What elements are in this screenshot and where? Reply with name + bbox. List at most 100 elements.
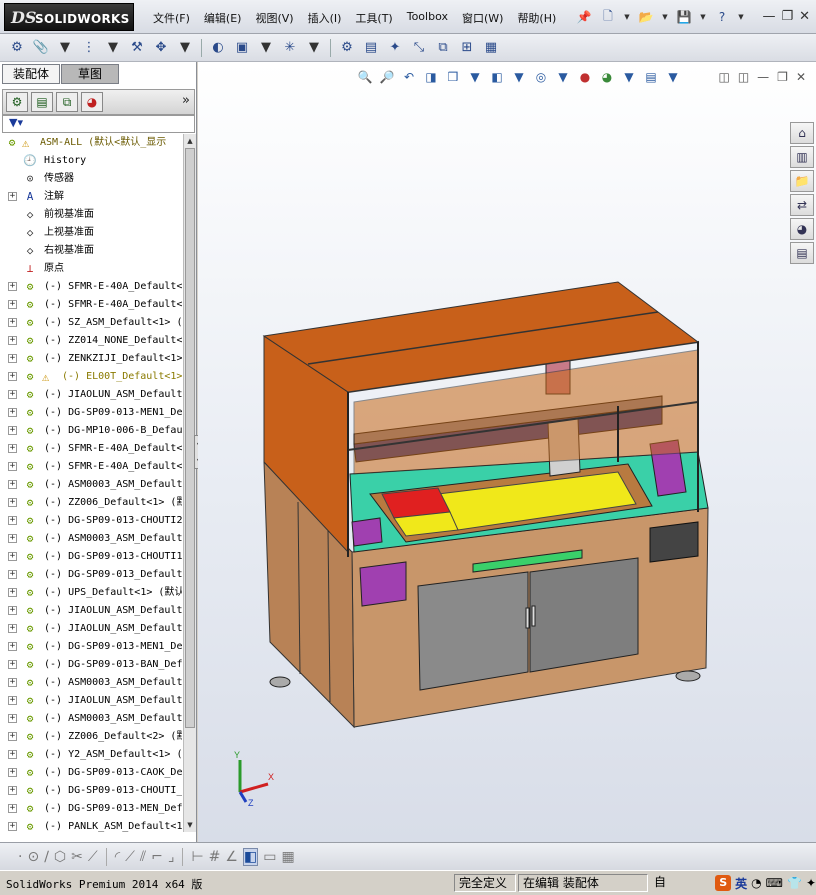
tree-component-item[interactable]: + ⚙ (-) ASM0003_ASM_Default [0, 530, 182, 548]
apply-scene-icon[interactable]: ◕ [598, 68, 616, 86]
menu-tools[interactable]: 工具(T) [348, 10, 399, 26]
split-horizontal-icon[interactable]: ◫ [718, 70, 729, 84]
tree-component-item[interactable]: + ⚙ (-) JIAOLUN_ASM_Default [0, 620, 182, 638]
menu-window[interactable]: 窗口(W) [455, 10, 510, 26]
tree-component-item[interactable]: + ⚙ (-) DG-SP09-013-CHOUTI2 [0, 512, 182, 530]
viewport-close-icon[interactable]: ✕ [796, 70, 806, 84]
menu-file[interactable]: 文件(F) [146, 10, 197, 26]
help-icon[interactable]: ? [712, 7, 732, 27]
tree-component-item[interactable]: + ⚙ (-) SZ_ASM_Default<1> ( [0, 314, 182, 332]
zoom-to-area-icon[interactable]: 🔎 [378, 68, 396, 86]
property-manager-icon[interactable]: ▤ [31, 92, 53, 112]
tab-assembly[interactable]: 装配体 [2, 64, 60, 84]
expand-icon[interactable]: + [8, 318, 17, 327]
close-icon[interactable]: ✕ [799, 9, 810, 24]
tree-component-item[interactable]: + ⚙ ⚠ (-) EL00T_Default<1> [0, 368, 182, 386]
display-dropdown-icon[interactable]: ▼ [510, 68, 528, 86]
tree-root-assembly[interactable]: ⚙ ⚠ ASM-ALL (默认<默认_显示 [0, 134, 182, 152]
expand-icon[interactable]: + [8, 714, 17, 723]
polygon-icon[interactable]: ⬡ [54, 849, 66, 865]
tree-component-item[interactable]: + ⚙ (-) DG-SP09-013-CHOUTI_ [0, 782, 182, 800]
view-orientation-icon[interactable]: ❒ [444, 68, 462, 86]
configuration-manager-icon[interactable]: ⧉ [56, 92, 78, 112]
scroll-up-icon[interactable]: ▲ [185, 135, 195, 147]
new-motion-study-icon[interactable]: ⚙ [336, 37, 358, 59]
grid-icon[interactable]: # [209, 849, 221, 865]
tree-component-item[interactable]: + ⚙ (-) JIAOLUN_ASM_Default [0, 692, 182, 710]
zoom-to-fit-icon[interactable]: 🔍 [356, 68, 374, 86]
menu-help[interactable]: 帮助(H) [510, 10, 563, 26]
open-icon[interactable]: 📂 [636, 7, 656, 27]
expand-icon[interactable]: + [8, 336, 17, 345]
expand-icon[interactable]: + [8, 786, 17, 795]
interference-detection-icon[interactable]: ⧉ [432, 37, 454, 59]
point-icon[interactable]: · [18, 849, 22, 865]
expand-icon[interactable]: + [8, 354, 17, 363]
pattern-dropdown-icon[interactable]: ▼ [102, 37, 124, 59]
menu-view[interactable]: 视图(V) [248, 10, 300, 26]
tree-component-item[interactable]: + ⚙ (-) SFMR-E-40A_Default< [0, 296, 182, 314]
help-dropdown-icon[interactable]: ▼ [736, 7, 746, 27]
orientation-dropdown-icon[interactable]: ▼ [466, 68, 484, 86]
tree-component-item[interactable]: + ⚙ (-) DG-SP09-013-MEN1_De [0, 638, 182, 656]
tree-component-item[interactable]: + ⚙ (-) ZZ014_NONE_Default< [0, 332, 182, 350]
tree-filter-input[interactable]: ▼▾ [2, 115, 195, 133]
section-view-icon[interactable]: ◨ [422, 68, 440, 86]
view-settings-icon[interactable]: ▤ [642, 68, 660, 86]
expand-icon[interactable]: + [8, 768, 17, 777]
shaded-view-icon[interactable]: ◧ [242, 847, 259, 866]
fillet-icon[interactable]: ◜ [115, 849, 120, 865]
tab-sketch[interactable]: 草图 [61, 64, 119, 84]
mate-icon[interactable]: 📎 [30, 37, 52, 59]
tree-component-item[interactable]: + ⚙ (-) JIAOLUN_ASM_Default [0, 602, 182, 620]
reference-geometry-icon[interactable]: ✳ [279, 37, 301, 59]
expand-icon[interactable]: + [8, 192, 17, 201]
expand-icon[interactable]: + [8, 300, 17, 309]
tree-component-item[interactable]: + ⚙ (-) DG-SP09-013-CAOK_De [0, 764, 182, 782]
dimension-icon[interactable]: ⌟ [168, 849, 175, 865]
reference-dropdown-icon[interactable]: ▼ [303, 37, 325, 59]
expand-icon[interactable]: + [8, 498, 17, 507]
tree-component-item[interactable]: + ⚙ (-) ZZ006_Default<1> (默 [0, 494, 182, 512]
tree-component-item[interactable]: + ⚙ (-) ASM0003_ASM_Default [0, 476, 182, 494]
tree-item-front-plane[interactable]: ◇ 前视基准面 [0, 206, 182, 224]
scroll-down-icon[interactable]: ▼ [185, 819, 195, 831]
expand-icon[interactable]: + [8, 552, 17, 561]
tree-component-item[interactable]: + ⚙ (-) ZZ006_Default<2> (默 [0, 728, 182, 746]
wireframe-icon[interactable]: ▭ [263, 849, 276, 865]
expand-icon[interactable]: + [8, 804, 17, 813]
expand-panel-icon[interactable]: » [182, 93, 190, 108]
tree-component-item[interactable]: + ⚙ (-) ASM0003_ASM_Default [0, 674, 182, 692]
save-dropdown-icon[interactable]: ▼ [698, 7, 708, 27]
scene-dropdown-icon[interactable]: ▼ [620, 68, 638, 86]
tree-scrollbar[interactable]: ▲ ▼ [183, 134, 196, 832]
tree-item-annotations[interactable]: + A 注解 [0, 188, 182, 206]
trim-icon[interactable]: ✂ [71, 849, 83, 865]
solidworks-resources-icon[interactable]: ⌂ [790, 122, 814, 144]
circle-icon[interactable]: ⊙ [27, 849, 39, 865]
expand-icon[interactable]: + [8, 822, 17, 831]
edit-appearance-icon[interactable]: ● [576, 68, 594, 86]
custom-units[interactable]: 自 [650, 874, 670, 892]
settings-dropdown-icon[interactable]: ▼ [664, 68, 682, 86]
insert-component-icon[interactable]: ⚙ [6, 37, 28, 59]
tree-component-item[interactable]: + ⚙ (-) DG-MP10-006-B_Defau [0, 422, 182, 440]
new-dropdown-icon[interactable]: ▼ [622, 7, 632, 27]
expand-icon[interactable]: + [8, 462, 17, 471]
expand-icon[interactable]: + [8, 660, 17, 669]
expand-icon[interactable]: + [8, 624, 17, 633]
appearances-icon[interactable]: ◕ [790, 218, 814, 240]
mate-dropdown-icon[interactable]: ▼ [54, 37, 76, 59]
tree-component-item[interactable]: + ⚙ (-) ASM0003_ASM_Default [0, 710, 182, 728]
line-icon[interactable]: ∕ [44, 849, 49, 865]
tree-component-item[interactable]: + ⚙ (-) SFMR-E-40A_Default< [0, 278, 182, 296]
sogou-ime-icon[interactable]: S [715, 875, 732, 891]
expand-icon[interactable]: + [8, 390, 17, 399]
restore-icon[interactable]: ❐ [781, 9, 793, 24]
corner-icon[interactable]: ⌐ [151, 849, 163, 865]
tree-component-item[interactable]: + ⚙ (-) SFMR-E-40A_Default< [0, 458, 182, 476]
tree-component-item[interactable]: + ⚙ (-) Y2_ASM_Default<1> ( [0, 746, 182, 764]
hide-show-items-icon[interactable]: ◎ [532, 68, 550, 86]
features-dropdown-icon[interactable]: ▼ [255, 37, 277, 59]
move-component-icon[interactable]: ✥ [150, 37, 172, 59]
